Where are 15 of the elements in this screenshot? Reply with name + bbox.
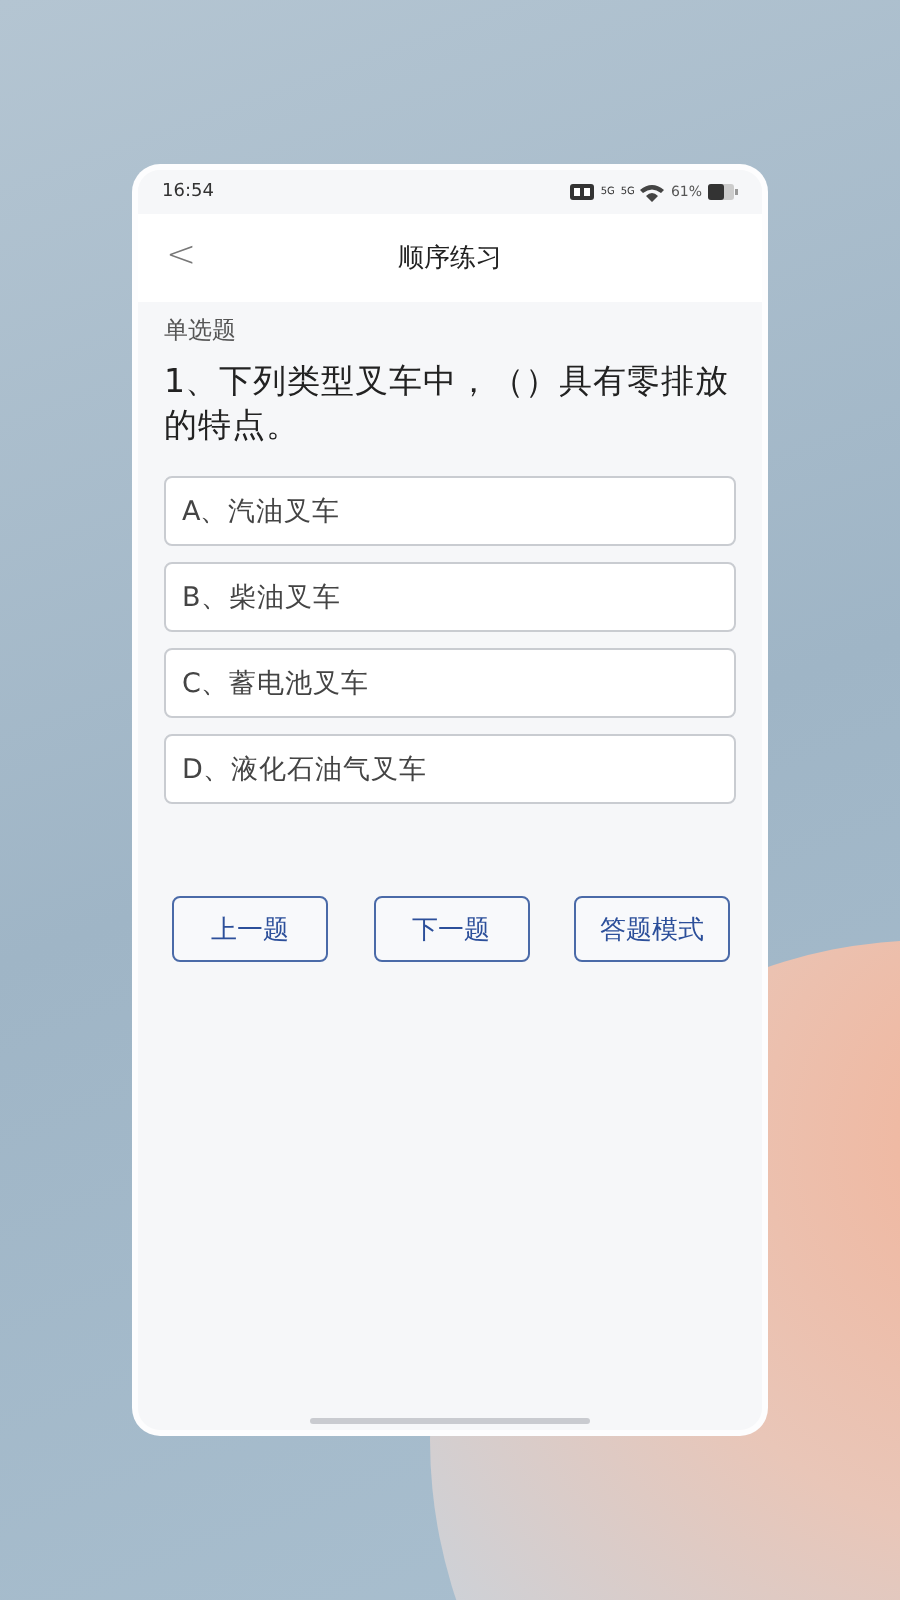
page-title: 顺序练习 — [398, 242, 502, 276]
answer-option[interactable]: C、蓄电池叉车 — [164, 648, 736, 718]
status-time: 16:54 — [162, 182, 214, 202]
question-text: 1、下列类型叉车中，（）具有零排放的特点。 — [164, 360, 731, 448]
answer-option[interactable]: D、液化石油气叉车 — [164, 734, 736, 804]
nav-button[interactable]: 答题模式 — [574, 896, 730, 962]
nav-button[interactable]: 下一题 — [373, 896, 529, 962]
wifi-icon — [640, 183, 665, 201]
answer-option[interactable]: A、汽油叉车 — [164, 476, 736, 546]
answer-option[interactable]: B、柴油叉车 — [164, 562, 736, 632]
back-button[interactable]: < — [166, 234, 197, 276]
hd-icon — [570, 184, 595, 200]
nav-button[interactable]: 上一题 — [172, 896, 328, 962]
battery-icon — [708, 184, 738, 200]
question-type: 单选题 — [164, 314, 238, 348]
